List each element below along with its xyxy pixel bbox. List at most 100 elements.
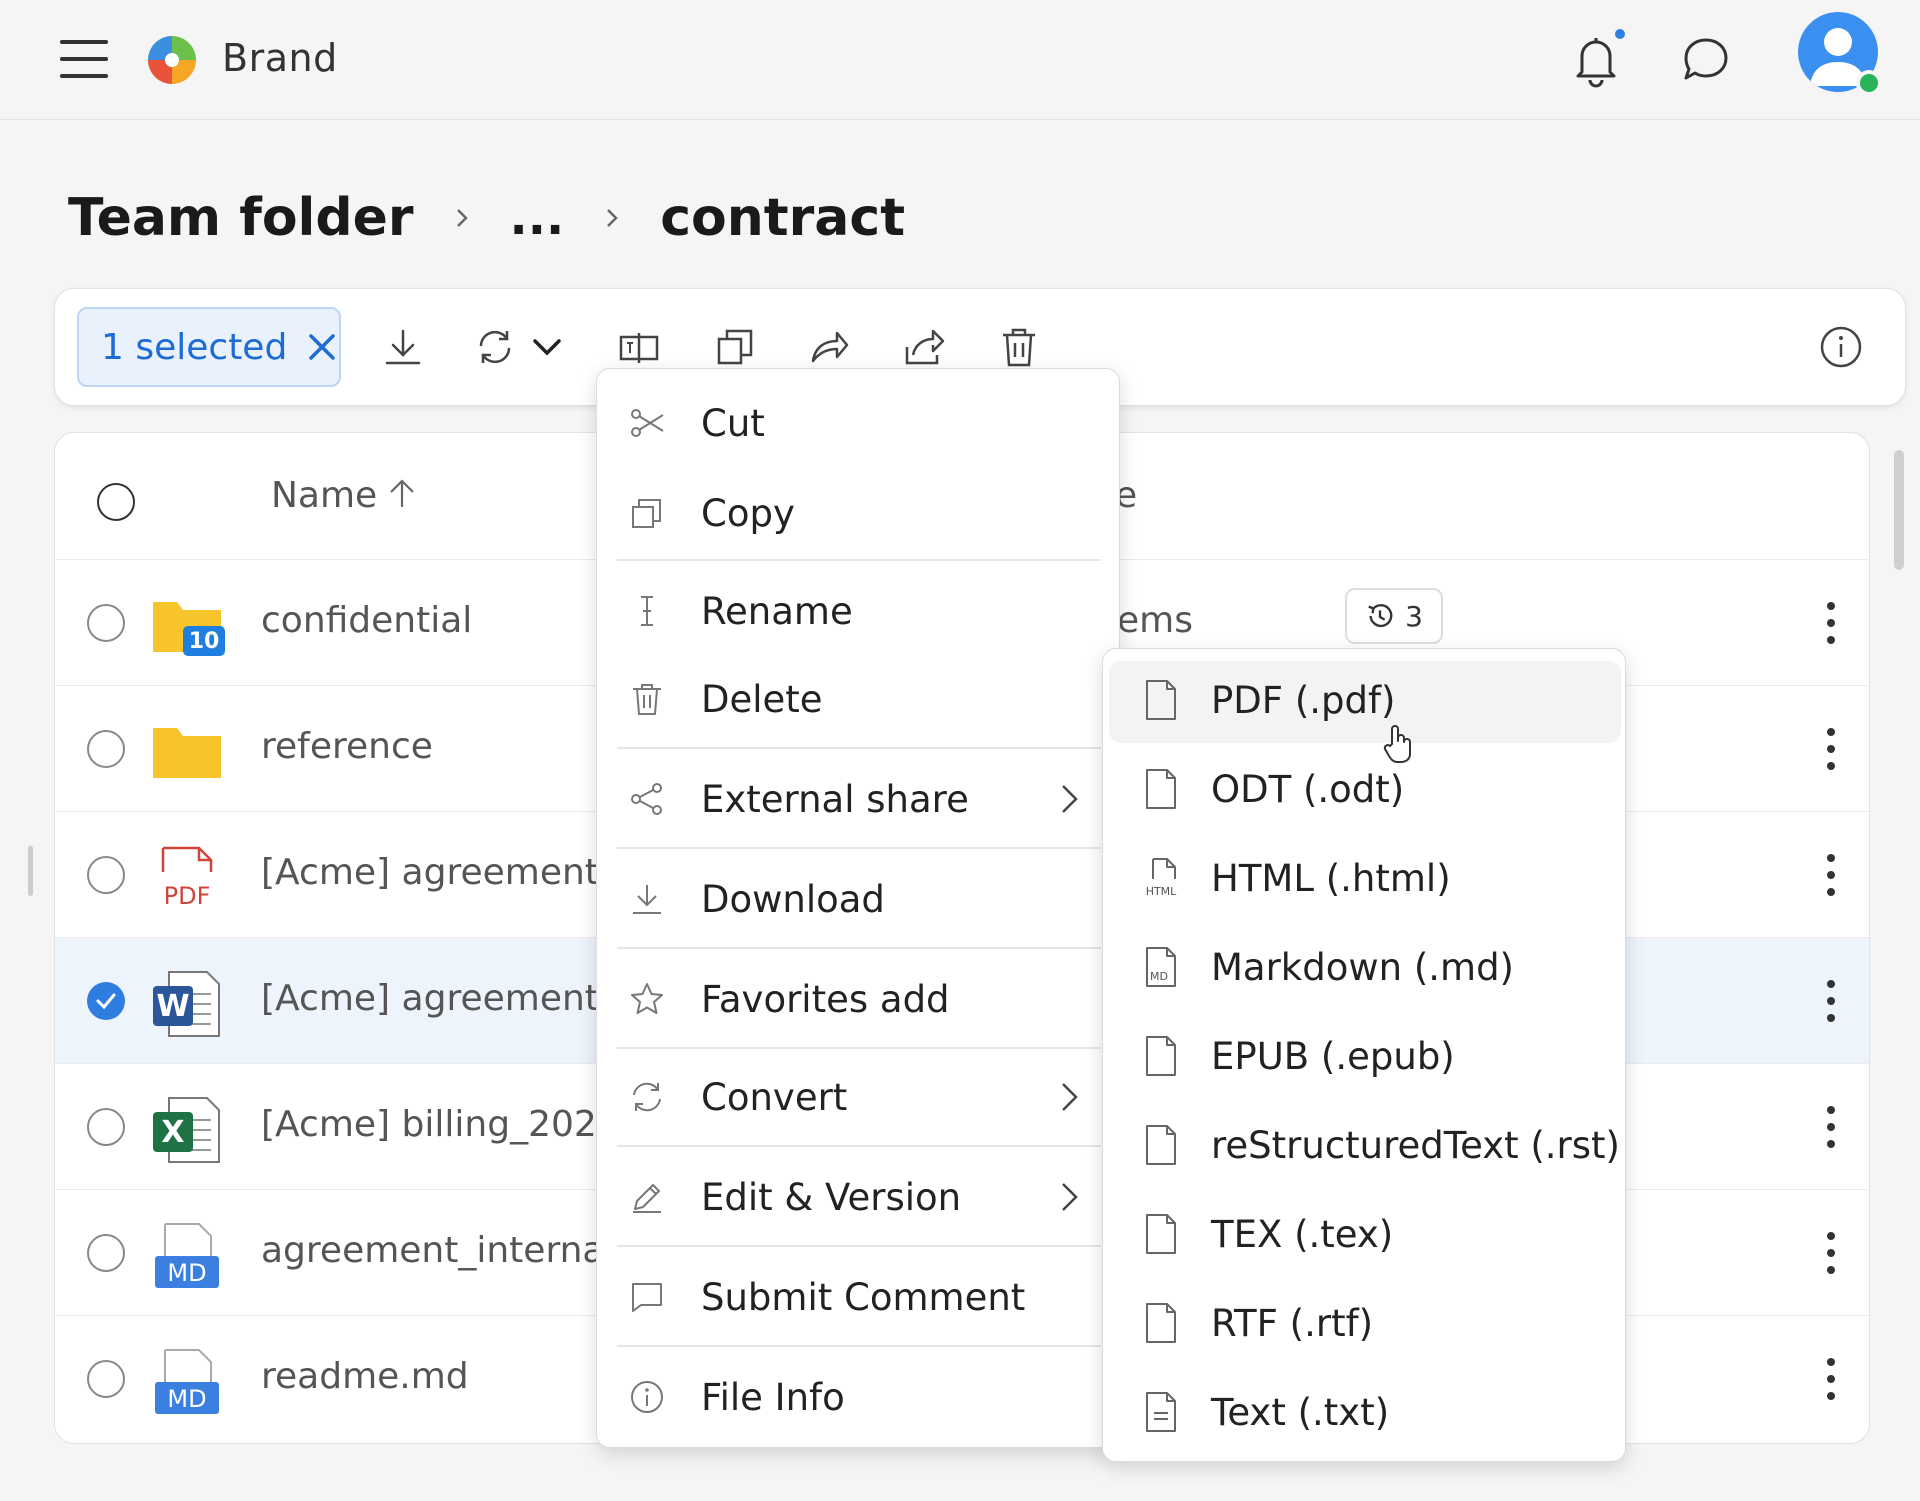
- pdf-icon-label: PDF: [164, 882, 211, 910]
- menu-item-label: Submit Comment: [701, 1275, 1026, 1319]
- scissors-icon: [631, 409, 664, 437]
- menu-item-submit-comment[interactable]: Submit Comment: [597, 1257, 1121, 1337]
- markdown-file-icon: MD: [155, 1349, 219, 1414]
- share-icon[interactable]: [901, 325, 945, 369]
- notification-dot: [1612, 26, 1628, 42]
- trash-icon: [633, 684, 661, 715]
- menu-item-delete[interactable]: Delete: [597, 659, 1121, 739]
- copy-icon[interactable]: [713, 325, 757, 369]
- close-icon[interactable]: [307, 332, 337, 362]
- convert-option-rst[interactable]: reStructuredText (.rst): [1109, 1106, 1621, 1188]
- excel-file-icon: X: [153, 1097, 220, 1163]
- menu-item-label: Download: [701, 877, 885, 921]
- sidebar-resize-handle[interactable]: [28, 846, 33, 896]
- convert-option-rtf[interactable]: RTF (.rtf): [1109, 1284, 1621, 1366]
- convert-option-odt[interactable]: ODT (.odt): [1109, 750, 1621, 832]
- menu-item-file-info[interactable]: File Info: [597, 1357, 1121, 1437]
- row-checkbox[interactable]: [87, 604, 125, 642]
- hamburger-menu-icon[interactable]: [52, 30, 116, 88]
- row-checkbox[interactable]: [87, 1108, 125, 1146]
- more-vertical-icon[interactable]: [1825, 1230, 1837, 1276]
- menu-item-copy[interactable]: Copy: [597, 473, 1121, 553]
- download-icon: [633, 885, 661, 914]
- breadcrumb-ellipsis[interactable]: ...: [510, 190, 565, 246]
- file-name[interactable]: readme.md: [261, 1356, 469, 1397]
- chevron-down-icon[interactable]: [525, 325, 569, 369]
- menu-item-cut[interactable]: Cut: [597, 383, 1121, 463]
- info-icon[interactable]: [1819, 325, 1863, 369]
- breadcrumb-current: contract: [660, 188, 906, 248]
- top-bar: Brand: [0, 0, 1920, 120]
- html-icon-label: HTML: [1146, 885, 1177, 898]
- row-checkbox[interactable]: [87, 1360, 125, 1398]
- menu-divider: [617, 947, 1101, 949]
- convert-option-epub[interactable]: EPUB (.epub): [1109, 1017, 1621, 1099]
- select-all-checkbox[interactable]: [97, 483, 135, 521]
- file-name[interactable]: reference: [261, 726, 433, 767]
- convert-option-label: TEX (.tex): [1211, 1213, 1394, 1256]
- convert-option-txt[interactable]: Text (.txt): [1109, 1373, 1621, 1455]
- menu-divider: [617, 559, 1101, 561]
- move-arrow-icon[interactable]: [807, 325, 851, 369]
- file-icon: [1146, 1036, 1176, 1076]
- rename-icon[interactable]: [617, 325, 661, 369]
- file-name[interactable]: [Acme] agreement_s: [261, 852, 636, 893]
- more-vertical-icon[interactable]: [1825, 852, 1837, 898]
- more-vertical-icon[interactable]: [1825, 600, 1837, 646]
- convert-option-tex[interactable]: TEX (.tex): [1109, 1195, 1621, 1277]
- share-nodes-icon: [631, 783, 662, 815]
- file-icon: [1146, 769, 1176, 809]
- more-vertical-icon[interactable]: [1825, 726, 1837, 772]
- convert-option-label: Text (.txt): [1211, 1391, 1390, 1434]
- chevron-right-icon: [456, 209, 468, 227]
- convert-option-html[interactable]: HTML HTML (.html): [1109, 839, 1621, 921]
- md-icon-label: MD: [167, 1385, 206, 1413]
- name-column-header[interactable]: Name: [271, 475, 377, 516]
- file-name[interactable]: [Acme] agreement_v: [261, 978, 638, 1019]
- convert-icon[interactable]: [473, 325, 517, 369]
- row-checkbox[interactable]: [87, 856, 125, 894]
- row-checkbox[interactable]: [87, 1234, 125, 1272]
- trash-icon[interactable]: [997, 325, 1041, 369]
- file-name[interactable]: agreement_internal r: [261, 1230, 641, 1271]
- word-file-icon: W: [153, 971, 220, 1037]
- comment-icon: [632, 1283, 662, 1312]
- text-file-icon: [1146, 1392, 1176, 1432]
- file-name[interactable]: confidential: [261, 600, 472, 641]
- menu-item-rename[interactable]: Rename: [597, 571, 1121, 651]
- menu-item-download[interactable]: Download: [597, 859, 1121, 939]
- convert-option-markdown[interactable]: MD Markdown (.md): [1109, 928, 1621, 1010]
- menu-item-favorites-add[interactable]: Favorites add: [597, 959, 1121, 1039]
- version-badge[interactable]: 3: [1345, 588, 1443, 644]
- md-icon-label: MD: [167, 1259, 206, 1287]
- convert-icon: [633, 1082, 661, 1112]
- menu-item-external-share[interactable]: External share: [597, 759, 1121, 839]
- excel-icon-label: X: [161, 1115, 184, 1150]
- menu-item-convert[interactable]: Convert: [597, 1057, 1121, 1137]
- menu-item-edit-version[interactable]: Edit & Version: [597, 1157, 1121, 1237]
- md-icon-label: MD: [1150, 970, 1168, 983]
- history-icon: [1368, 604, 1393, 628]
- file-name[interactable]: [Acme] billing_20250: [261, 1104, 643, 1145]
- folder-icon: 10: [153, 602, 225, 656]
- convert-option-label: ODT (.odt): [1211, 768, 1405, 811]
- convert-option-pdf[interactable]: PDF (.pdf): [1109, 661, 1621, 743]
- row-checkbox[interactable]: [87, 730, 125, 768]
- item-count-text: ems: [1117, 600, 1193, 641]
- breadcrumb-root[interactable]: Team folder: [68, 188, 414, 248]
- row-checkbox-checked[interactable]: [87, 982, 125, 1020]
- sort-ascending-icon[interactable]: [385, 477, 419, 511]
- scrollbar-thumb[interactable]: [1894, 450, 1904, 570]
- menu-divider: [617, 1345, 1101, 1347]
- convert-option-label: Markdown (.md): [1211, 946, 1514, 989]
- more-vertical-icon[interactable]: [1825, 1356, 1837, 1402]
- menu-item-label: Delete: [701, 677, 823, 721]
- convert-option-label: HTML (.html): [1211, 857, 1451, 900]
- more-vertical-icon[interactable]: [1825, 978, 1837, 1024]
- download-icon[interactable]: [381, 325, 425, 369]
- more-vertical-icon[interactable]: [1825, 1104, 1837, 1150]
- chevron-right-icon: [607, 209, 618, 227]
- chevron-right-icon: [1062, 785, 1078, 813]
- pdf-file-icon: PDF: [161, 846, 213, 910]
- chat-icon[interactable]: [1680, 34, 1732, 86]
